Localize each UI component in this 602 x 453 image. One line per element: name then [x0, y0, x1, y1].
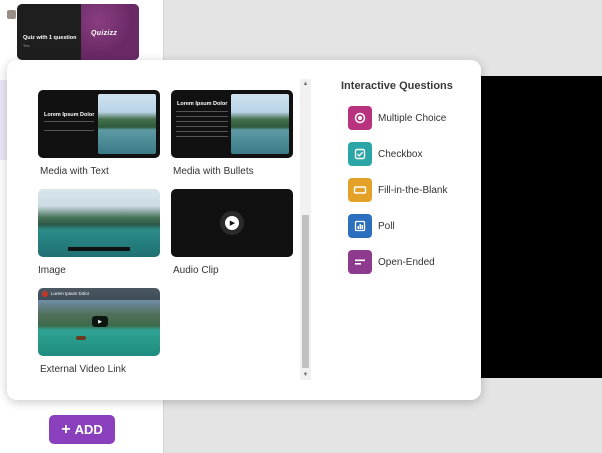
text-lines-icon — [348, 250, 372, 274]
image-card[interactable]: Image — [38, 189, 160, 276]
quiz-slide-preview: Quiz with 1 question Text Quizizz — [17, 4, 139, 60]
open-ended-option[interactable]: Open-Ended — [348, 250, 435, 274]
video-title: Lorem Ipsum Dolor — [51, 291, 90, 296]
slide-thumbnail[interactable]: Quiz with 1 question Text Quizizz — [3, 4, 139, 60]
video-play-icon: ▶ — [92, 316, 108, 327]
play-icon: ▶ — [225, 216, 239, 230]
media-with-bullets-thumbnail: Lorem Ipsum Dolor — [171, 90, 293, 158]
quiz-title: Quiz with 1 question — [23, 35, 77, 41]
option-label: Fill-in-the-Blank — [378, 184, 448, 196]
poll-icon — [348, 214, 372, 238]
card-label: Media with Text — [40, 166, 109, 177]
quiz-art: Quizizz — [81, 4, 139, 60]
poll-option[interactable]: Poll — [348, 214, 395, 238]
external-video-thumbnail: Lorem Ipsum Dolor ▶ — [38, 288, 160, 356]
thumb-title: Lorem Ipsum Dolor — [177, 101, 228, 107]
option-label: Poll — [378, 220, 395, 232]
image-thumbnail — [38, 189, 160, 257]
fill-in-the-blank-option[interactable]: Fill-in-the-Blank — [348, 178, 447, 202]
popup-scrollbar[interactable]: ▲ ▼ — [300, 79, 311, 380]
checkbox-option[interactable]: Checkbox — [348, 142, 422, 166]
option-label: Open-Ended — [378, 256, 435, 268]
quizizz-logo: Quizizz — [91, 30, 118, 37]
card-label: Image — [38, 265, 66, 276]
plus-icon: + — [61, 420, 71, 438]
thumb-bullet-lines — [176, 111, 228, 141]
card-label: Media with Bullets — [173, 166, 254, 177]
image-caption-bar — [68, 247, 130, 251]
multiple-choice-option[interactable]: Multiple Choice — [348, 106, 446, 130]
media-with-bullets-card[interactable]: Lorem Ipsum Dolor Media with Bullets — [171, 90, 293, 177]
scrollbar-thumb[interactable] — [302, 215, 309, 368]
media-with-text-thumbnail: Lorem Ipsum Dolor — [38, 90, 160, 158]
slide-canvas — [480, 76, 602, 378]
card-label: Audio Clip — [173, 265, 219, 276]
add-button-label: ADD — [74, 422, 103, 437]
scroll-down-icon[interactable]: ▼ — [300, 370, 311, 380]
media-with-text-card[interactable]: Lorem Ipsum Dolor Media with Text — [38, 90, 160, 177]
checkbox-icon — [348, 142, 372, 166]
quiz-subtitle: Text — [23, 44, 30, 48]
audio-disc-icon: ▶ — [220, 211, 244, 235]
interactive-questions-heading: Interactive Questions — [341, 80, 453, 92]
blank-field-icon — [348, 178, 372, 202]
thumb-text-lines — [44, 121, 94, 131]
audio-clip-thumbnail: ▶ — [171, 189, 293, 257]
lake-photo — [98, 94, 156, 154]
channel-avatar-icon — [42, 291, 48, 297]
slide-type-icon — [7, 10, 16, 19]
radio-icon — [348, 106, 372, 130]
thumb-title: Lorem Ipsum Dolor — [44, 112, 95, 118]
option-label: Multiple Choice — [378, 112, 447, 124]
lake-photo — [231, 94, 289, 154]
external-video-link-card[interactable]: Lorem Ipsum Dolor ▶ External Video Link — [38, 288, 160, 375]
scroll-up-icon[interactable]: ▲ — [300, 79, 311, 89]
option-label: Checkbox — [378, 148, 423, 160]
boat-shape — [76, 336, 86, 340]
card-label: External Video Link — [40, 364, 126, 375]
audio-clip-card[interactable]: ▶ Audio Clip — [171, 189, 293, 276]
add-button[interactable]: + ADD — [49, 415, 115, 444]
